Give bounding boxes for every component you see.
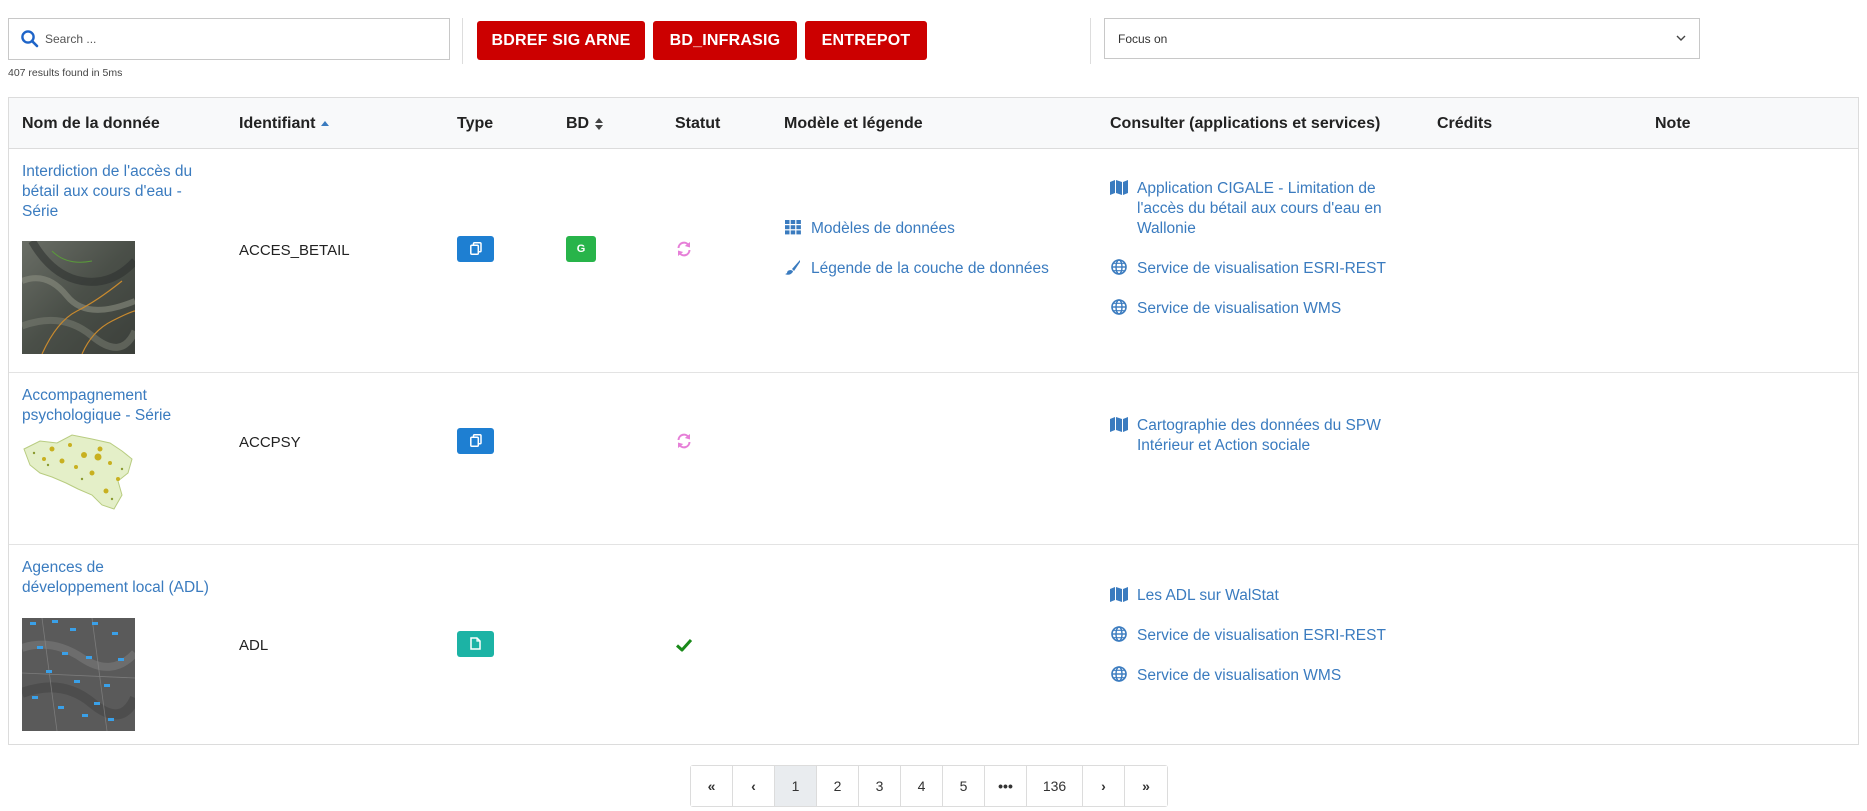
col-header-type[interactable]: Type (457, 115, 493, 133)
globe-icon (1111, 299, 1127, 315)
col-header-model[interactable]: Modèle et légende (784, 115, 923, 133)
consult-link-label: Service de visualisation ESRI-REST (1137, 627, 1386, 644)
refresh-icon (677, 433, 691, 449)
page-button-5[interactable]: 5 (943, 766, 985, 806)
copy-icon (469, 434, 482, 447)
dataset-identifier: ADL (239, 637, 269, 654)
col-header-ident[interactable]: Identifiant (239, 115, 330, 133)
col-header-label: Crédits (1437, 115, 1493, 132)
dataset-name-link[interactable]: Accompagnement psychologique - Série (22, 386, 212, 426)
page-ellipsis-button[interactable]: ••• (985, 766, 1027, 806)
brush-icon (785, 260, 800, 275)
table-row: Agences de développement local (ADL) ADL… (9, 545, 1858, 745)
search-box[interactable] (8, 18, 450, 60)
sort-asc-icon (321, 120, 330, 126)
table-row: Interdiction de l'accès du bétail aux co… (9, 149, 1858, 373)
page-button-1[interactable]: 1 (775, 766, 817, 806)
focus-select[interactable]: Focus on (1104, 18, 1700, 59)
page-button-3[interactable]: 3 (859, 766, 901, 806)
col-header-label: Consulter (applications et services) (1110, 115, 1381, 132)
col-header-label: Type (457, 115, 494, 132)
col-header-consult[interactable]: Consulter (applications et services) (1110, 115, 1380, 133)
col-header-label: Modèle et légende (784, 115, 923, 132)
page-first-button[interactable]: « (691, 766, 733, 806)
page-last-button[interactable]: » (1125, 766, 1167, 806)
dataset-identifier: ACCPSY (239, 434, 301, 451)
page-prev-button[interactable]: ‹ (733, 766, 775, 806)
map-icon (1110, 180, 1128, 195)
sort-icon (595, 117, 604, 130)
divider (462, 18, 463, 64)
consult-link[interactable]: Service de visualisation ESRI-REST (1110, 259, 1386, 279)
consult-link[interactable]: Service de visualisation WMS (1110, 666, 1341, 686)
consult-link-label: Service de visualisation ESRI-REST (1137, 260, 1386, 277)
copy-icon (469, 242, 482, 255)
type-badge[interactable] (457, 428, 494, 454)
dataset-identifier: ACCES_BETAIL (239, 242, 350, 259)
col-header-status[interactable]: Statut (675, 115, 720, 133)
col-header-label: Nom de la donnée (22, 115, 160, 132)
refresh-icon (677, 241, 691, 257)
consult-link[interactable]: Les ADL sur WalStat (1110, 586, 1279, 606)
dataset-name-link[interactable]: Interdiction de l'accès du bétail aux co… (22, 162, 212, 222)
table-row: Accompagnement psychologique - Série ACC… (9, 373, 1858, 545)
consult-link[interactable]: Application CIGALE - Limitation de l'acc… (1110, 179, 1400, 239)
chevron-down-icon (1676, 35, 1686, 41)
consult-link-label: Application CIGALE - Limitation de l'acc… (1137, 180, 1382, 237)
globe-icon (1111, 626, 1127, 642)
dataset-name-link[interactable]: Agences de développement local (ADL) (22, 558, 212, 598)
col-header-label: BD (566, 115, 590, 132)
db-button-entrepot[interactable]: ENTREPOT (805, 21, 927, 60)
consult-link-label: Service de visualisation WMS (1137, 667, 1342, 684)
map-icon (1110, 417, 1128, 432)
search-icon (21, 30, 39, 48)
legend-link-label: Légende de la couche de données (811, 260, 1049, 277)
data-table: Nom de la donnée Identifiant Type BD Sta… (8, 97, 1859, 745)
file-icon (470, 637, 481, 650)
page-button-2[interactable]: 2 (817, 766, 859, 806)
db-button-bd-infrasig[interactable]: BD_INFRASIG (653, 21, 797, 60)
dataset-thumbnail[interactable] (22, 241, 135, 354)
bd-badge[interactable]: G (566, 236, 596, 262)
col-header-credits[interactable]: Crédits (1437, 115, 1492, 133)
dataset-thumbnail[interactable] (22, 429, 135, 515)
grid-icon (785, 220, 801, 235)
page-button-last-number[interactable]: 136 (1027, 766, 1083, 806)
table-header: Nom de la donnée Identifiant Type BD Sta… (9, 98, 1858, 149)
col-header-name[interactable]: Nom de la donnée (22, 115, 160, 133)
col-header-label: Statut (675, 115, 721, 132)
consult-link-label: Service de visualisation WMS (1137, 300, 1342, 317)
type-badge[interactable] (457, 236, 494, 262)
model-link[interactable]: Modèles de données (784, 219, 955, 239)
consult-link[interactable]: Cartographie des données du SPW Intérieu… (1110, 416, 1400, 456)
search-input[interactable] (45, 19, 435, 59)
page-next-button[interactable]: › (1083, 766, 1125, 806)
page-button-4[interactable]: 4 (901, 766, 943, 806)
model-link-label: Modèles de données (811, 220, 955, 237)
consult-link[interactable]: Service de visualisation WMS (1110, 299, 1341, 319)
divider (1090, 18, 1091, 64)
col-header-label: Identifiant (239, 115, 316, 132)
consult-link[interactable]: Service de visualisation ESRI-REST (1110, 626, 1386, 646)
map-icon (1110, 587, 1128, 602)
bd-badge-label: G (576, 243, 586, 255)
dataset-thumbnail[interactable] (22, 618, 135, 731)
col-header-note[interactable]: Note (1655, 115, 1691, 133)
db-button-bdref-sig-arne[interactable]: BDREF SIG ARNE (477, 21, 645, 60)
toolbar: 407 results found in 5ms BDREF SIG ARNE … (8, 18, 1708, 79)
type-badge[interactable] (457, 631, 494, 657)
consult-link-label: Cartographie des données du SPW Intérieu… (1137, 417, 1381, 454)
legend-link[interactable]: Légende de la couche de données (784, 259, 1049, 279)
results-count: 407 results found in 5ms (8, 67, 123, 79)
globe-icon (1111, 666, 1127, 682)
consult-link-label: Les ADL sur WalStat (1137, 587, 1279, 604)
col-header-label: Note (1655, 115, 1691, 132)
focus-select-value: Focus on (1118, 32, 1168, 46)
col-header-bd[interactable]: BD (566, 115, 604, 133)
check-icon (675, 638, 693, 652)
pagination: « ‹ 1 2 3 4 5 ••• 136 › » (690, 765, 1168, 807)
globe-icon (1111, 259, 1127, 275)
